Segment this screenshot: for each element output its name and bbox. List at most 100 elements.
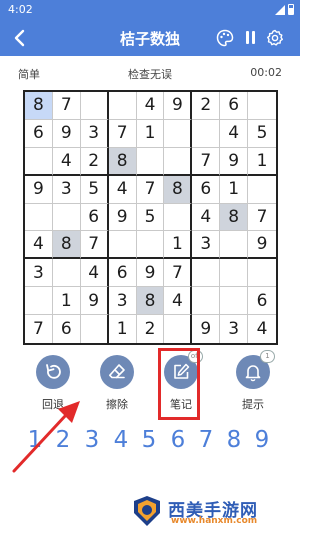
check-status[interactable]: 检查无误 bbox=[128, 68, 172, 81]
sudoku-cell[interactable]: 9 bbox=[164, 92, 193, 120]
sudoku-cell[interactable]: 9 bbox=[220, 147, 249, 176]
sudoku-cell[interactable]: 4 bbox=[80, 259, 109, 288]
sudoku-cell[interactable]: 2 bbox=[80, 147, 109, 176]
sudoku-cell[interactable]: 8 bbox=[164, 175, 193, 204]
sudoku-cell[interactable] bbox=[25, 203, 53, 232]
sudoku-cell[interactable] bbox=[192, 119, 221, 148]
number-key-4[interactable]: 4 bbox=[109, 427, 133, 453]
sudoku-cell[interactable]: 2 bbox=[137, 315, 165, 343]
sudoku-cell[interactable]: 8 bbox=[52, 231, 81, 260]
sudoku-cell[interactable]: 6 bbox=[80, 203, 109, 232]
palette-icon[interactable] bbox=[216, 29, 234, 47]
sudoku-cell[interactable]: 2 bbox=[192, 92, 221, 120]
sudoku-cell[interactable]: 4 bbox=[192, 203, 221, 232]
number-key-3[interactable]: 3 bbox=[80, 427, 104, 453]
sudoku-cell[interactable]: 7 bbox=[108, 119, 137, 148]
sudoku-cell[interactable]: 9 bbox=[248, 231, 276, 260]
number-key-9[interactable]: 9 bbox=[250, 427, 274, 453]
pause-button[interactable] bbox=[244, 30, 256, 46]
sudoku-cell[interactable] bbox=[25, 287, 53, 316]
back-button[interactable] bbox=[10, 28, 30, 48]
sudoku-cell[interactable]: 4 bbox=[136, 92, 165, 120]
sudoku-cell[interactable]: 4 bbox=[164, 287, 193, 316]
sudoku-cell[interactable] bbox=[81, 315, 109, 343]
sudoku-cell[interactable]: 6 bbox=[248, 287, 276, 316]
sudoku-cell[interactable]: 7 bbox=[80, 231, 109, 260]
sudoku-cell[interactable] bbox=[108, 92, 137, 120]
sudoku-cell[interactable]: 6 bbox=[192, 175, 221, 204]
sudoku-cell[interactable]: 3 bbox=[52, 175, 81, 204]
sudoku-cell[interactable]: 9 bbox=[80, 287, 109, 316]
sudoku-cell[interactable]: 5 bbox=[136, 203, 165, 232]
sudoku-cell[interactable] bbox=[220, 259, 249, 288]
sudoku-cell[interactable]: 9 bbox=[52, 119, 81, 148]
sudoku-cell[interactable] bbox=[136, 147, 165, 176]
sudoku-cell[interactable]: 4 bbox=[248, 315, 276, 343]
sudoku-cell[interactable]: 6 bbox=[53, 315, 81, 343]
sudoku-cell[interactable] bbox=[164, 147, 193, 176]
sudoku-cell[interactable]: 7 bbox=[248, 204, 276, 232]
number-key-1[interactable]: 1 bbox=[23, 427, 47, 453]
sudoku-cell[interactable] bbox=[108, 231, 137, 260]
sudoku-cell[interactable] bbox=[136, 231, 165, 260]
sudoku-cell[interactable]: 8 bbox=[220, 203, 249, 232]
sudoku-cell[interactable]: 1 bbox=[52, 287, 81, 316]
sudoku-cell[interactable]: 1 bbox=[220, 175, 249, 204]
sudoku-cell[interactable]: 3 bbox=[192, 231, 221, 260]
sudoku-cell[interactable]: 1 bbox=[248, 148, 276, 176]
number-key-8[interactable]: 8 bbox=[222, 427, 246, 453]
sudoku-cell[interactable] bbox=[52, 203, 81, 232]
sudoku-cell[interactable]: 6 bbox=[108, 259, 137, 288]
notes-button[interactable]: off 笔记 bbox=[159, 350, 203, 412]
number-key-2[interactable]: 2 bbox=[51, 427, 75, 453]
sudoku-cell[interactable]: 3 bbox=[220, 315, 249, 343]
sudoku-cell[interactable]: 4 bbox=[108, 175, 137, 204]
sudoku-cell[interactable]: 9 bbox=[108, 203, 137, 232]
sudoku-cell[interactable]: 8 bbox=[108, 147, 137, 176]
sudoku-cell[interactable]: 7 bbox=[192, 147, 221, 176]
sudoku-cell[interactable]: 1 bbox=[109, 315, 137, 343]
sudoku-cell[interactable]: 7 bbox=[164, 259, 193, 288]
sudoku-cell[interactable] bbox=[164, 119, 193, 148]
sudoku-cell[interactable]: 8 bbox=[136, 287, 165, 316]
sudoku-cell[interactable] bbox=[248, 92, 276, 120]
sudoku-cell[interactable]: 1 bbox=[136, 119, 165, 148]
sudoku-cell[interactable] bbox=[192, 259, 221, 288]
sudoku-cell[interactable]: 9 bbox=[136, 259, 165, 288]
sudoku-cell[interactable]: 5 bbox=[80, 175, 109, 204]
sudoku-cell[interactable]: 8 bbox=[25, 92, 53, 120]
sudoku-cell[interactable] bbox=[25, 147, 53, 176]
sudoku-cell[interactable]: 3 bbox=[25, 259, 53, 288]
sudoku-cell[interactable] bbox=[164, 315, 193, 343]
sudoku-cell[interactable]: 4 bbox=[25, 231, 53, 260]
sudoku-cell[interactable]: 6 bbox=[25, 119, 53, 148]
sudoku-cell[interactable]: 9 bbox=[25, 175, 53, 204]
undo-icon bbox=[46, 364, 61, 379]
sudoku-cell[interactable] bbox=[248, 176, 276, 204]
sudoku-cell[interactable]: 4 bbox=[220, 119, 249, 148]
sudoku-cell[interactable]: 1 bbox=[164, 231, 193, 260]
sudoku-cell[interactable] bbox=[52, 259, 81, 288]
sudoku-cell[interactable]: 7 bbox=[25, 315, 53, 343]
sudoku-cell[interactable]: 7 bbox=[52, 92, 81, 120]
sudoku-cell[interactable]: 7 bbox=[136, 175, 165, 204]
sudoku-cell[interactable] bbox=[80, 92, 109, 120]
number-key-5[interactable]: 5 bbox=[137, 427, 161, 453]
sudoku-cell[interactable]: 6 bbox=[220, 92, 249, 120]
sudoku-cell[interactable]: 5 bbox=[248, 120, 276, 148]
undo-button[interactable]: 回退 bbox=[31, 355, 75, 412]
sudoku-cell[interactable] bbox=[192, 287, 221, 316]
sudoku-cell[interactable]: 3 bbox=[80, 119, 109, 148]
hint-button[interactable]: 1 提示 bbox=[231, 350, 275, 412]
number-key-7[interactable]: 7 bbox=[194, 427, 218, 453]
sudoku-cell[interactable] bbox=[248, 259, 276, 288]
number-key-6[interactable]: 6 bbox=[166, 427, 190, 453]
erase-button[interactable]: 擦除 bbox=[95, 355, 139, 412]
sudoku-cell[interactable]: 9 bbox=[192, 315, 221, 343]
sudoku-cell[interactable]: 3 bbox=[108, 287, 137, 316]
sudoku-cell[interactable] bbox=[164, 203, 193, 232]
gear-icon[interactable] bbox=[266, 29, 284, 47]
sudoku-cell[interactable] bbox=[220, 287, 249, 316]
sudoku-cell[interactable] bbox=[220, 231, 249, 260]
sudoku-cell[interactable]: 4 bbox=[52, 147, 81, 176]
